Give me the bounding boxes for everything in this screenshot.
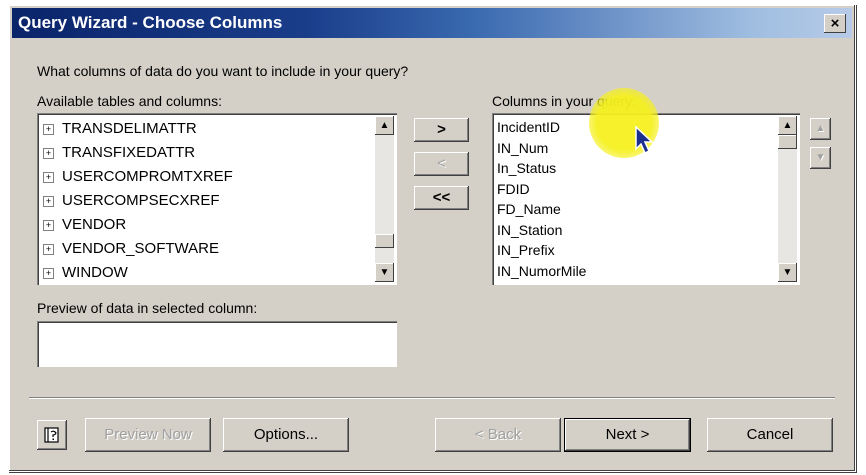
options-button[interactable]: Options... <box>223 418 349 452</box>
table-name: WINDOW <box>62 264 128 281</box>
prompt-text: What columns of data do you want to incl… <box>37 63 409 79</box>
next-button[interactable]: Next > <box>564 418 691 452</box>
help-book-icon <box>44 427 59 443</box>
scroll-down-button[interactable]: ▼ <box>778 263 797 282</box>
expand-icon[interactable]: + <box>43 171 54 183</box>
query-column-item[interactable]: IN_Station <box>497 220 774 241</box>
table-list-item[interactable]: + USERCOMPSECXREF <box>43 189 371 213</box>
scroll-up-button[interactable]: ▲ <box>778 116 797 135</box>
query-column-item[interactable]: In_Status <box>497 158 774 179</box>
table-list-item[interactable]: + TRANSFIXEDATTR <box>43 141 371 165</box>
table-list-item[interactable]: + VENDOR <box>43 213 371 237</box>
divider <box>29 397 835 399</box>
scroll-up-icon: ▲ <box>782 120 793 131</box>
available-label: Available tables and columns: <box>37 93 222 109</box>
title-bar: Query Wizard - Choose Columns × <box>12 8 852 38</box>
scroll-up-button[interactable]: ▲ <box>375 116 394 135</box>
scroll-up-icon: ▲ <box>379 120 390 131</box>
table-list-item[interactable]: + WINDOW <box>43 261 371 281</box>
close-button[interactable]: × <box>824 14 846 33</box>
query-scrollbar[interactable]: ▲ ▼ <box>778 116 797 282</box>
move-up-icon: ▲ <box>815 123 826 134</box>
table-name: USERCOMPSECXREF <box>62 192 220 209</box>
back-button[interactable]: < Back <box>435 418 561 452</box>
table-list-item[interactable]: + USERCOMPROMTXREF <box>43 165 371 189</box>
preview-label: Preview of data in selected column: <box>37 300 258 316</box>
scroll-down-icon: ▼ <box>782 267 793 278</box>
available-scrollbar[interactable]: ▲ ▼ <box>375 116 394 282</box>
query-wizard-dialog: Query Wizard - Choose Columns × What col… <box>8 4 856 472</box>
move-down-button[interactable]: ▼ <box>810 147 831 169</box>
table-list-item[interactable]: + TRANSDELIMATTR <box>43 117 371 141</box>
expand-icon[interactable]: + <box>43 123 54 135</box>
help-button[interactable] <box>37 420 67 450</box>
expand-icon[interactable]: + <box>43 219 54 231</box>
expand-icon[interactable]: + <box>43 267 54 279</box>
query-column-item[interactable]: FDID <box>497 179 774 200</box>
add-column-button[interactable]: > <box>414 118 469 142</box>
table-name: TRANSDELIMATTR <box>62 120 197 137</box>
table-name: USERCOMPROMTXREF <box>62 168 233 185</box>
query-column-item[interactable]: IN_Prefix <box>497 240 774 261</box>
scroll-thumb[interactable] <box>375 234 394 248</box>
remove-column-button[interactable]: < <box>414 152 469 176</box>
table-list-item[interactable]: + VENDOR_SOFTWARE <box>43 237 371 261</box>
remove-all-button[interactable]: << <box>414 186 469 210</box>
scroll-down-button[interactable]: ▼ <box>375 263 394 282</box>
query-column-item[interactable]: FD_Name <box>497 199 774 220</box>
cancel-button[interactable]: Cancel <box>707 418 833 452</box>
available-list[interactable]: + TRANSDELIMATTR + TRANSFIXEDATTR + USERCOMPR… <box>37 113 397 285</box>
table-name: VENDOR_SOFTWARE <box>62 240 219 257</box>
table-name: TRANSFIXEDATTR <box>62 144 196 161</box>
preview-box <box>37 321 397 367</box>
query-column-item[interactable]: IN_NumorMile <box>497 261 774 282</box>
expand-icon[interactable]: + <box>43 195 54 207</box>
preview-now-button[interactable]: Preview Now <box>85 418 211 452</box>
expand-icon[interactable]: + <box>43 147 54 159</box>
close-icon: × <box>830 15 840 32</box>
scroll-thumb[interactable] <box>778 135 797 149</box>
expand-icon[interactable]: + <box>43 243 54 255</box>
move-up-button[interactable]: ▲ <box>810 118 831 140</box>
table-name: VENDOR <box>62 216 127 233</box>
mouse-pointer-icon <box>635 125 654 155</box>
scroll-down-icon: ▼ <box>379 267 390 278</box>
move-down-icon: ▼ <box>815 152 826 163</box>
window-title: Query Wizard - Choose Columns <box>18 13 283 32</box>
